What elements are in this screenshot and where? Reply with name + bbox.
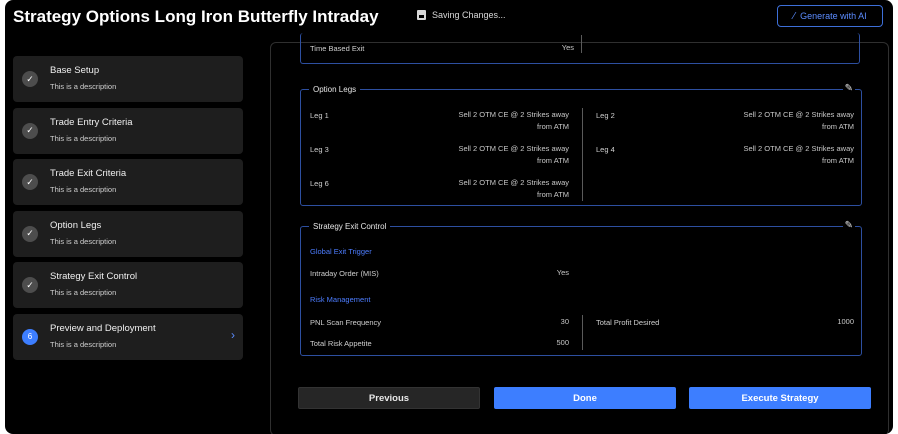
- leg-6-value: Sell 2 OTM CE @ 2 Strikes away from ATM: [458, 178, 569, 199]
- intraday-order-value: Yes: [556, 268, 569, 277]
- option-legs-card: Option Legs ✎ Leg 1 Sell 2 OTM CE @ 2 St…: [300, 83, 862, 206]
- step-description: This is a description: [50, 185, 117, 194]
- steps-sidebar: ✓ Base Setup This is a description ✓ Tra…: [13, 56, 243, 365]
- global-exit-trigger-heading: Global Exit Trigger: [310, 247, 372, 256]
- strategy-exit-control-card: Strategy Exit Control ✎ Global Exit Trig…: [300, 220, 862, 356]
- check-icon: ✓: [22, 174, 38, 190]
- total-profit-desired-value: 1000: [837, 317, 854, 326]
- save-disk-icon: [417, 10, 426, 20]
- leg-2-label: Leg 2: [596, 111, 615, 120]
- step-description: This is a description: [50, 133, 117, 143]
- leg-4-value: Sell 2 OTM CE @ 2 Strikes away from ATM: [743, 144, 854, 165]
- app-window: Strategy Options Long Iron Butterfly Int…: [5, 0, 893, 434]
- pnl-scan-frequency-value: 30: [560, 317, 569, 326]
- chevron-right-icon: ›: [231, 327, 235, 342]
- column-divider: [582, 315, 583, 350]
- preview-panel: Time Based Exit Yes Option Legs ✎ Leg 1 …: [270, 33, 889, 434]
- edit-pencil-icon[interactable]: ✎: [842, 83, 855, 94]
- generate-with-ai-button[interactable]: ⁄ Generate with AI: [777, 5, 883, 27]
- total-profit-desired-label: Total Profit Desired: [596, 318, 660, 327]
- step-description: This is a description: [50, 339, 117, 349]
- leg-1-label: Leg 1: [310, 111, 329, 120]
- column-divider: [582, 108, 583, 201]
- step-trade-exit-criteria[interactable]: ✓ Trade Exit Criteria This is a descript…: [13, 159, 243, 205]
- step-base-setup[interactable]: ✓ Base Setup This is a description: [13, 56, 243, 102]
- exit-criteria-card: Time Based Exit Yes: [300, 33, 860, 64]
- time-based-exit-value: Yes: [561, 43, 574, 52]
- step-strategy-exit-control[interactable]: ✓ Strategy Exit Control This is a descri…: [13, 262, 243, 308]
- intraday-order-label: Intraday Order (MIS): [310, 269, 379, 278]
- previous-button[interactable]: Previous: [298, 387, 480, 409]
- step-label: Trade Entry Criteria: [50, 116, 133, 128]
- leg-6-label: Leg 6: [310, 179, 329, 188]
- check-icon: ✓: [22, 277, 38, 293]
- step-trade-entry-criteria[interactable]: ✓ Trade Entry Criteria This is a descrip…: [13, 107, 243, 154]
- step-number-badge: 6: [22, 328, 38, 345]
- total-risk-appetite-value: 500: [556, 338, 569, 347]
- step-description: This is a description: [50, 288, 117, 297]
- total-risk-appetite-label: Total Risk Appetite: [310, 339, 372, 348]
- step-label: Option Legs: [50, 219, 102, 231]
- step-label: Strategy Exit Control: [50, 271, 138, 282]
- strategy-exit-control-title: Strategy Exit Control: [309, 222, 391, 231]
- check-icon: ✓: [22, 225, 38, 242]
- page-title: Strategy Options Long Iron Butterfly Int…: [13, 7, 379, 26]
- column-divider: [581, 35, 582, 53]
- step-option-legs[interactable]: ✓ Option Legs This is a description: [13, 210, 243, 257]
- pnl-scan-frequency-label: PNL Scan Frequency: [310, 318, 382, 327]
- check-icon: ✓: [22, 71, 38, 87]
- done-button[interactable]: Done: [494, 387, 676, 409]
- magic-wand-icon: ⁄: [793, 10, 796, 22]
- saving-status: Saving Changes...: [417, 10, 506, 20]
- step-preview-and-deployment[interactable]: 6 Preview and Deployment This is a descr…: [13, 313, 243, 360]
- option-legs-title: Option Legs: [309, 85, 361, 94]
- step-description: This is a description: [50, 82, 117, 91]
- check-icon: ✓: [22, 122, 38, 139]
- leg-2-value: Sell 2 OTM CE @ 2 Strikes away from ATM: [743, 110, 854, 131]
- risk-management-heading: Risk Management: [310, 295, 371, 304]
- leg-1-value: Sell 2 OTM CE @ 2 Strikes away from ATM: [458, 110, 569, 131]
- step-label: Base Setup: [50, 65, 100, 76]
- edit-pencil-icon[interactable]: ✎: [842, 220, 855, 231]
- leg-4-label: Leg 4: [596, 145, 615, 154]
- saving-status-text: Saving Changes...: [432, 10, 506, 20]
- step-label: Trade Exit Criteria: [50, 168, 127, 179]
- time-based-exit-label: Time Based Exit: [310, 44, 365, 53]
- step-label: Preview and Deployment: [50, 322, 156, 334]
- leg-3-label: Leg 3: [310, 145, 329, 154]
- generate-with-ai-label: Generate with AI: [800, 11, 867, 21]
- step-description: This is a description: [50, 236, 117, 246]
- leg-3-value: Sell 2 OTM CE @ 2 Strikes away from ATM: [458, 144, 569, 165]
- execute-strategy-button[interactable]: Execute Strategy: [689, 387, 871, 409]
